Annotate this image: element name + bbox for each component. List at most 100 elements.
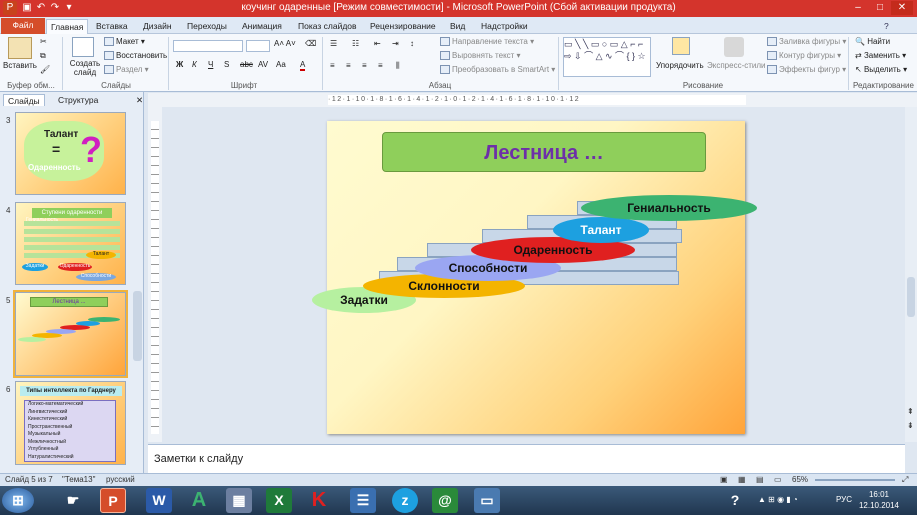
shape-fill-button[interactable]: Заливка фигуры ▾ (767, 37, 846, 47)
slide-canvas[interactable]: Лестница … Задатки Склонности Способност… (312, 121, 757, 434)
new-slide-icon[interactable] (72, 37, 94, 57)
panel-scrollbar[interactable] (133, 291, 142, 361)
columns-icon[interactable]: ⫼ (396, 61, 400, 71)
bold-icon[interactable]: Ж (176, 60, 183, 69)
tab-view[interactable]: Вид (446, 19, 469, 34)
normal-view-icon[interactable]: ▣ (720, 475, 728, 484)
cut-icon[interactable]: ✂ (40, 37, 47, 46)
new-slide-button[interactable]: Создать слайд (68, 59, 102, 77)
justify-icon[interactable]: ≡ (378, 61, 383, 70)
start-button-icon[interactable]: ⊞ (2, 488, 34, 513)
clear-format-icon[interactable]: ⌫ (305, 39, 316, 48)
shape-effects-button[interactable]: Эффекты фигур ▾ (767, 65, 846, 75)
tab-outline[interactable]: Структура (54, 94, 102, 106)
cloud-genialnost[interactable]: Гениальность (581, 195, 757, 221)
word-taskbar-icon[interactable]: W (146, 488, 172, 513)
arrange-icon[interactable] (672, 37, 690, 55)
tab-slideshow[interactable]: Показ слайдов (294, 19, 361, 34)
arrange-button[interactable]: Упорядочить (656, 61, 704, 70)
smartart-button[interactable]: Преобразовать в SmartArt ▾ (440, 65, 555, 75)
help-tray-icon[interactable]: ? (722, 488, 748, 513)
copy-icon[interactable]: ⧉ (40, 51, 46, 61)
notes-placeholder[interactable]: Заметки к слайду (154, 453, 243, 465)
tab-transitions[interactable]: Переходы (183, 19, 231, 34)
line-spacing-icon[interactable]: ↕ (410, 39, 414, 48)
fit-slide-icon[interactable]: ⤢ (902, 475, 908, 485)
slide-thumb-4[interactable]: Ступени одаренности Гениальность Талант … (15, 202, 126, 285)
text-direction-button[interactable]: Направление текста ▾ (440, 37, 534, 47)
italic-icon[interactable]: К (192, 60, 197, 69)
tab-animation[interactable]: Анимация (238, 19, 286, 34)
tab-design[interactable]: Дизайн (139, 19, 176, 34)
viewer-taskbar-icon[interactable]: ▭ (474, 488, 500, 513)
shadow-icon[interactable]: S (224, 60, 229, 69)
minimize-icon[interactable]: – (847, 1, 869, 15)
next-slide-icon[interactable]: ⇟ (907, 421, 914, 430)
z-taskbar-icon[interactable]: z (392, 488, 418, 513)
close-panel-icon[interactable]: ✕ (132, 94, 147, 106)
slide-thumb-5[interactable]: Лестница ... (13, 290, 128, 378)
kaspersky-taskbar-icon[interactable]: K (306, 488, 332, 513)
change-case-icon[interactable]: Aa (276, 60, 286, 69)
align-left-icon[interactable]: ≡ (330, 61, 335, 70)
format-painter-icon[interactable]: 🖌 (40, 65, 50, 74)
cloud-talant[interactable]: Талант (553, 217, 649, 243)
font-size-combo[interactable] (246, 40, 270, 52)
bullets-icon[interactable]: ☰ (330, 39, 337, 48)
find-button[interactable]: 🔍 Найти (855, 37, 890, 46)
input-language[interactable]: РУС (836, 495, 852, 504)
mail-taskbar-icon[interactable]: @ (432, 488, 458, 513)
prev-slide-icon[interactable]: ⇞ (907, 407, 914, 416)
slide-thumb-3[interactable]: Талант = ? Одаренность (15, 112, 126, 195)
align-text-button[interactable]: Выровнять текст ▾ (440, 51, 521, 61)
sorter-view-icon[interactable]: ▦ (738, 475, 746, 484)
close-icon[interactable]: ✕ (891, 1, 913, 15)
tab-file[interactable]: Файл (1, 18, 45, 34)
font-name-combo[interactable] (173, 40, 243, 52)
align-right-icon[interactable]: ≡ (362, 61, 367, 70)
excel-taskbar-icon[interactable]: X (266, 488, 292, 513)
numbering-icon[interactable]: ☷ (352, 39, 359, 48)
indent-decrease-icon[interactable]: ⇤ (374, 39, 381, 48)
powerpoint-taskbar-icon[interactable]: P (100, 488, 126, 513)
tab-addins[interactable]: Надстройки (477, 19, 532, 34)
quick-styles-button[interactable]: Экспресс-стили (707, 61, 766, 70)
slide-thumb-6[interactable]: Типы интеллекта по Гарднеру Логико-матем… (15, 381, 126, 465)
calculator-taskbar-icon[interactable]: ▦ (226, 488, 252, 513)
font-grow-icon[interactable]: A˄ A˅ (274, 39, 296, 48)
taskbar-app-icon[interactable]: ☛ (60, 488, 86, 513)
tab-review[interactable]: Рецензирование (366, 19, 440, 34)
scroll-thumb[interactable] (907, 277, 915, 317)
section-button[interactable]: Раздел ▾ (104, 65, 149, 75)
language-indicator[interactable]: русский (106, 475, 135, 484)
zoom-slider[interactable] (815, 479, 895, 481)
tab-insert[interactable]: Вставка (92, 19, 132, 34)
zoom-level[interactable]: 65% (792, 475, 808, 484)
notes-pane[interactable]: Заметки к слайду (148, 444, 905, 473)
maximize-icon[interactable]: □ (869, 1, 891, 15)
underline-icon[interactable]: Ч (208, 60, 213, 69)
shapes-gallery[interactable]: ▭ ╲ ╲ ▭ ○ ▭ △ ⌐ ⌐ ⇨ ⇩ ⌒ △ ∿ ⌒ { } ☆ (563, 37, 651, 77)
reset-button[interactable]: Восстановить (104, 51, 167, 61)
paste-icon[interactable] (8, 37, 32, 59)
tab-slides[interactable]: Слайды (3, 94, 45, 106)
slide-title[interactable]: Лестница … (382, 132, 706, 172)
strikethrough-icon[interactable]: abc (240, 60, 253, 69)
indent-increase-icon[interactable]: ⇥ (392, 39, 399, 48)
help-icon[interactable]: ? (880, 19, 893, 34)
replace-button[interactable]: ⇄ Заменить ▾ (855, 51, 906, 60)
align-center-icon[interactable]: ≡ (346, 61, 351, 70)
server-taskbar-icon[interactable]: ☰ (350, 488, 376, 513)
system-clock[interactable]: 16:01 12.10.2014 (859, 489, 899, 511)
tray-icons[interactable]: ▲ ⊞ ◉ ▮ ◔ (758, 495, 798, 504)
green-a-taskbar-icon[interactable]: A (186, 488, 212, 513)
tab-home[interactable]: Главная (46, 19, 89, 34)
paste-button[interactable]: Вставить (3, 61, 37, 70)
spacing-icon[interactable]: AV (258, 60, 268, 69)
layout-button[interactable]: Макет ▾ (104, 37, 145, 47)
select-button[interactable]: ↖ Выделить ▾ (855, 65, 907, 74)
reading-view-icon[interactable]: ▤ (756, 475, 764, 484)
quick-styles-icon[interactable] (724, 37, 744, 57)
slideshow-view-icon[interactable]: ▭ (774, 475, 782, 484)
vertical-scrollbar[interactable]: ⇞ ⇟ (905, 107, 917, 442)
